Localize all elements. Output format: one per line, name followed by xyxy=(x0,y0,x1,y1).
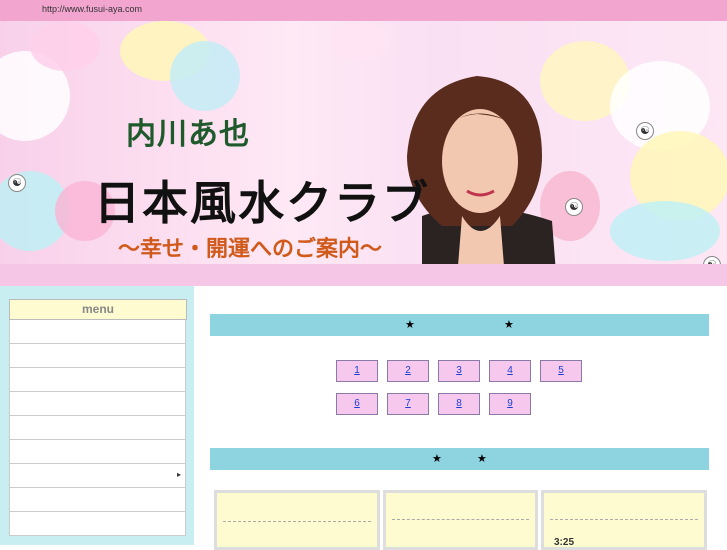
card-link[interactable] xyxy=(448,503,474,513)
menu-list: ▸ xyxy=(9,320,186,536)
yin-yang-icon: ☯ xyxy=(8,174,26,192)
header-banner: ☯ ☯ ☯ ☯ 内川あ也 日本風水クラブ ～幸せ・開運へのご案内～ xyxy=(0,21,727,264)
site-title: 日本風水クラブ xyxy=(94,176,430,230)
menu-item[interactable] xyxy=(9,416,186,440)
flower-decoration xyxy=(30,21,100,71)
content-card-1 xyxy=(214,490,380,550)
menu-item-with-arrow[interactable]: ▸ xyxy=(9,464,186,488)
flower-decoration xyxy=(610,201,720,261)
flower-decoration xyxy=(330,21,390,61)
site-url[interactable]: http://www.fusui-aya.com xyxy=(42,4,142,14)
header-divider xyxy=(0,264,727,286)
page-button-1[interactable]: 1 xyxy=(336,360,378,382)
page-button-7[interactable]: 7 xyxy=(387,393,429,415)
menu-heading: menu xyxy=(9,299,187,320)
dashed-divider xyxy=(392,519,529,520)
flower-decoration xyxy=(170,41,240,111)
page-button-8[interactable]: 8 xyxy=(438,393,480,415)
card-link[interactable] xyxy=(621,503,629,513)
dashed-divider xyxy=(223,521,371,522)
menu-item[interactable] xyxy=(9,512,186,536)
yin-yang-icon: ☯ xyxy=(565,198,583,216)
page-button-6[interactable]: 6 xyxy=(336,393,378,415)
star-icon: ★ xyxy=(432,453,442,465)
content-card-2 xyxy=(383,490,538,550)
arrow-right-icon: ▸ xyxy=(176,470,181,479)
yin-yang-icon: ☯ xyxy=(703,256,721,264)
card-text: 3:25 xyxy=(554,537,575,548)
star-icon: ★ xyxy=(477,453,487,465)
star-icon: ★ xyxy=(504,319,514,331)
page-button-2[interactable]: 2 xyxy=(387,360,429,382)
page-button-3[interactable]: 3 xyxy=(438,360,480,382)
content-card-3: 3:25 xyxy=(541,490,707,550)
page-button-5[interactable]: 5 xyxy=(540,360,582,382)
menu-item[interactable] xyxy=(9,320,186,344)
menu-item[interactable] xyxy=(9,344,186,368)
section-bar-1: ★ ★ xyxy=(210,314,709,336)
yin-yang-icon: ☯ xyxy=(636,122,654,140)
author-name: 内川あ也 xyxy=(126,117,250,152)
menu-item[interactable] xyxy=(9,368,186,392)
page-button-4[interactable]: 4 xyxy=(489,360,531,382)
star-icon: ★ xyxy=(405,319,415,331)
top-bar: http://www.fusui-aya.com xyxy=(0,0,727,21)
menu-item[interactable] xyxy=(9,440,186,464)
portrait-photo xyxy=(407,76,556,264)
page-button-9[interactable]: 9 xyxy=(489,393,531,415)
menu-item[interactable] xyxy=(9,392,186,416)
section-bar-2: ★ ★ xyxy=(210,448,709,470)
menu-item[interactable] xyxy=(9,488,186,512)
dashed-divider xyxy=(550,519,698,520)
site-tagline: ～幸せ・開運へのご案内～ xyxy=(118,236,383,262)
